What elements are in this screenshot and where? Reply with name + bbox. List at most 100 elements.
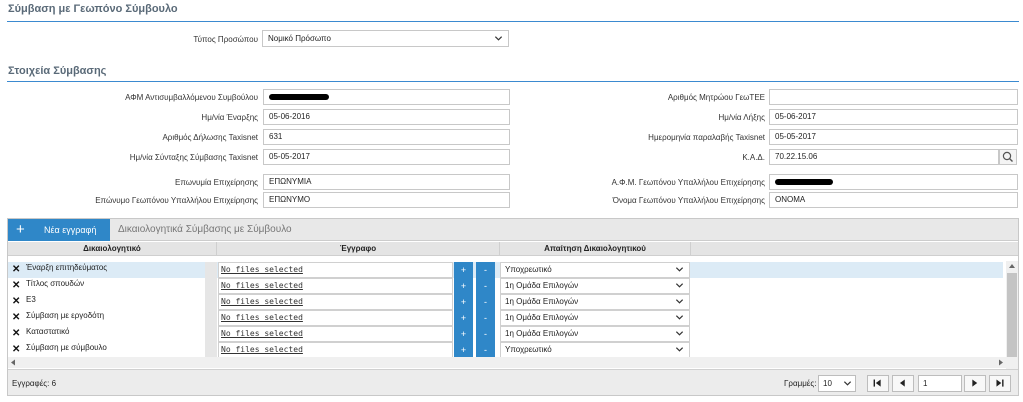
delete-icon[interactable]: ✕: [12, 312, 20, 324]
last-page-icon: [996, 379, 1004, 387]
requirement-value: 1η Ομάδα Επιλογών: [505, 329, 579, 338]
taxisnet-number-field[interactable]: 631: [263, 129, 510, 145]
file-input[interactable]: No files selected: [218, 342, 453, 358]
add-file-button[interactable]: +: [454, 278, 473, 294]
document-name: Τίτλος σπουδών: [26, 279, 85, 288]
remove-file-button[interactable]: -: [476, 294, 495, 310]
afm-field[interactable]: [263, 89, 510, 105]
table-row[interactable]: ✕ Σύμβαση με εργοδότη No files selected …: [8, 310, 1003, 326]
start-date-label: Ημ/νία Έναρξης: [201, 113, 258, 122]
contract-section-title: Σύμβαση με Γεωπόνο Σύμβουλο: [8, 3, 178, 15]
add-file-button[interactable]: +: [454, 326, 473, 342]
requirement-value: 1η Ομάδα Επιλογών: [505, 313, 579, 322]
kad-field[interactable]: 70.22.15.06: [769, 149, 999, 165]
remove-file-button[interactable]: -: [476, 262, 495, 278]
prev-page-button[interactable]: [892, 375, 914, 392]
file-input[interactable]: No files selected: [218, 294, 453, 310]
employee-name-field[interactable]: ΟΝΟΜΑ: [769, 192, 1018, 208]
page-number-input[interactable]: 1: [918, 375, 962, 392]
taxisnet-date-field[interactable]: 05-05-2017: [263, 149, 510, 165]
requirement-value: 1η Ομάδα Επιλογών: [505, 297, 579, 306]
file-input[interactable]: No files selected: [218, 262, 453, 278]
delete-icon[interactable]: ✕: [12, 280, 20, 292]
row-gap: [205, 262, 217, 278]
person-type-select[interactable]: Νομικό Πρόσωπο: [262, 30, 509, 47]
scrollbar-thumb[interactable]: [1007, 273, 1017, 357]
remove-file-button[interactable]: -: [476, 326, 495, 342]
requirement-select[interactable]: Υποχρεωτικό: [500, 262, 690, 278]
requirement-select[interactable]: 1η Ομάδα Επιλογών: [500, 278, 690, 294]
table-row[interactable]: ✕ Σύμβαση με σύμβουλο No files selected …: [8, 342, 1003, 358]
column-header-filler: [691, 242, 1018, 256]
rows-per-page-select[interactable]: 10: [818, 375, 856, 392]
delete-icon[interactable]: ✕: [12, 344, 20, 356]
add-file-button[interactable]: +: [454, 262, 473, 278]
chevron-down-icon: [843, 381, 852, 386]
company-field[interactable]: ΕΠΩΝΥΜΙΑ: [263, 174, 510, 190]
person-type-label: Τύπος Προσώπου: [193, 35, 258, 44]
chevron-down-icon: [675, 267, 684, 272]
requirement-select[interactable]: 1η Ομάδα Επιλογών: [500, 326, 690, 342]
employee-afm-label: Α.Φ.Μ. Γεωπόνου Υπαλλήλου Επιχείρησης: [611, 178, 765, 187]
end-date-field[interactable]: 05-06-2017: [769, 109, 1018, 125]
table-row[interactable]: ✕ Καταστατικό No files selected + - 1η Ο…: [8, 326, 1003, 342]
file-input[interactable]: No files selected: [218, 310, 453, 326]
remove-file-button[interactable]: -: [476, 342, 495, 358]
column-header-file[interactable]: Έγγραφο: [217, 242, 500, 256]
employee-afm-field[interactable]: [769, 174, 1018, 190]
column-header-document[interactable]: Δικαιολογητικό: [8, 242, 217, 256]
redacted-value: [775, 178, 833, 185]
document-name: Ε3: [26, 295, 36, 304]
new-record-button[interactable]: + Νέα εγγραφή: [8, 219, 110, 241]
requirement-value: 1η Ομάδα Επιλογών: [505, 281, 579, 290]
taxisnet-number-label: Αριθμός Δήλωσης Taxisnet: [162, 133, 258, 142]
plus-icon: +: [16, 221, 25, 238]
afm-label: ΑΦΜ Αντισυμβαλλόμενου Συμβούλου: [125, 93, 258, 102]
taxisnet-receipt-field[interactable]: 05-05-2017: [769, 129, 1018, 145]
delete-icon[interactable]: ✕: [12, 296, 20, 308]
employee-name-label: Όνομα Γεωπόνου Υπαλλήλου Επιχείρησης: [612, 196, 765, 205]
vertical-scrollbar[interactable]: [1006, 261, 1018, 369]
requirement-value: Υποχρεωτικό: [505, 345, 552, 354]
taxisnet-date-label: Ημ/νία Σύνταξης Σύμβασης Taxisnet: [129, 153, 258, 162]
remove-file-button[interactable]: -: [476, 278, 495, 294]
requirement-select[interactable]: 1η Ομάδα Επιλογών: [500, 310, 690, 326]
start-date-field[interactable]: 05-06-2016: [263, 109, 510, 125]
next-page-icon: [972, 379, 978, 387]
contract-details-title: Στοιχεία Σύμβασης: [8, 65, 107, 77]
scroll-left-icon: [11, 359, 15, 366]
file-input[interactable]: No files selected: [218, 278, 453, 294]
redacted-value: [269, 93, 329, 100]
requirement-select[interactable]: 1η Ομάδα Επιλογών: [500, 294, 690, 310]
remove-file-button[interactable]: -: [476, 310, 495, 326]
new-record-label: Νέα εγγραφή: [44, 225, 97, 235]
scroll-up-icon: [1009, 264, 1015, 268]
chevron-down-icon: [675, 299, 684, 304]
add-file-button[interactable]: +: [454, 310, 473, 326]
table-row[interactable]: ✕ Έναρξη επιτηδεύματος No files selected…: [8, 262, 1003, 278]
employee-surname-field[interactable]: ΕΠΩΝΥΜΟ: [263, 192, 510, 208]
kad-label: Κ.Α.Δ.: [742, 153, 765, 162]
next-page-button[interactable]: [964, 375, 986, 392]
document-name: Έναρξη επιτηδεύματος: [26, 263, 108, 272]
file-input[interactable]: No files selected: [218, 326, 453, 342]
prev-page-icon: [899, 379, 905, 387]
chevron-down-icon: [675, 315, 684, 320]
last-page-button[interactable]: [989, 375, 1011, 392]
person-type-value: Νομικό Πρόσωπο: [268, 34, 331, 43]
geotee-field[interactable]: [769, 89, 1018, 105]
delete-icon[interactable]: ✕: [12, 328, 20, 340]
first-page-button[interactable]: [867, 375, 889, 392]
kad-search-button[interactable]: [999, 149, 1017, 165]
column-header-requirement[interactable]: Απαίτηση Δικαιολογητικού: [500, 242, 691, 256]
document-name: Καταστατικό: [26, 327, 70, 336]
table-row[interactable]: ✕ Ε3 No files selected + - 1η Ομάδα Επιλ…: [8, 294, 1003, 310]
rows-per-page-label: Γραμμές:: [784, 379, 817, 388]
table-row[interactable]: ✕ Τίτλος σπουδών No files selected + - 1…: [8, 278, 1003, 294]
add-file-button[interactable]: +: [454, 294, 473, 310]
add-file-button[interactable]: +: [454, 342, 473, 358]
horizontal-scrollbar[interactable]: [8, 357, 1006, 368]
requirement-select[interactable]: Υποχρεωτικό: [500, 342, 690, 358]
delete-icon[interactable]: ✕: [12, 264, 20, 276]
section-divider: [7, 21, 1019, 22]
